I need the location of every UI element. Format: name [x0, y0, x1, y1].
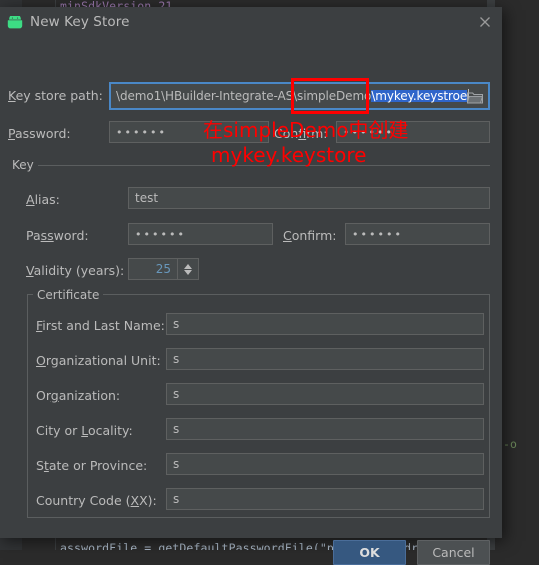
new-key-store-dialog: New Key Store Key store path: \demo1\HBu… — [0, 7, 502, 565]
cert-input-organization[interactable]: s — [166, 383, 484, 405]
cert-label-rest-4: ate or Province: — [48, 458, 148, 473]
cert-label-mnemonic-3: L — [81, 423, 88, 438]
key-password-label-mnemonic: ss — [40, 228, 54, 243]
keystore-path-label-rest: ey store path: — [15, 88, 103, 103]
store-confirm-label: Confirm: — [274, 126, 328, 141]
cert-label-organizational-unit: Organizational Unit: — [36, 353, 161, 368]
keystore-path-value-selected: \mykey.keystroe — [371, 89, 468, 103]
cert-label-rest-0: irst and Last Name: — [42, 318, 165, 333]
cert-label-mnemonic-1: O — [36, 353, 46, 368]
ok-button[interactable]: OK — [333, 540, 406, 565]
cert-label-rest-3: ocality: — [87, 423, 133, 438]
validity-stepper[interactable] — [178, 258, 199, 280]
dialog-title: New Key Store — [30, 14, 130, 30]
store-confirm-label-rest: irm: — [306, 126, 328, 141]
cert-label-pre-4: S — [36, 458, 44, 473]
key-group-separator — [8, 165, 490, 166]
validity-label: Validity (years): — [26, 263, 124, 278]
key-group-legend: Key — [8, 158, 38, 172]
key-confirm-label-mnemonic: C — [283, 228, 292, 243]
cert-label-city-or-locality: City or Locality: — [36, 423, 133, 438]
close-icon[interactable] — [478, 15, 492, 29]
store-confirm-value: •••••• — [343, 125, 394, 139]
cert-label-first-and-last-name: First and Last Name: — [36, 318, 165, 333]
chevron-up-icon[interactable] — [184, 263, 192, 269]
cert-value-1: s — [173, 352, 180, 366]
dialog-titlebar: New Key Store — [0, 7, 502, 37]
cert-label-pre-2: Or — [36, 388, 51, 403]
cert-input-organizational-unit[interactable]: s — [166, 348, 484, 370]
cert-label-mnemonic-5: X — [130, 493, 140, 508]
cert-label-rest-2: anization: — [58, 388, 121, 403]
cert-label-rest-1: rganizational Unit: — [45, 353, 161, 368]
cert-input-first-and-last-name[interactable]: s — [166, 313, 484, 335]
key-alias-label-mnemonic: A — [26, 192, 35, 207]
key-confirm-label: Confirm: — [283, 228, 337, 243]
key-alias-value: test — [135, 191, 159, 205]
key-password-label-pre: Pa — [26, 228, 41, 243]
store-password-value: •••••• — [116, 125, 167, 139]
cert-label-rest-5: X): — [139, 493, 157, 508]
certificate-group-legend: Certificate — [33, 288, 104, 302]
cert-label-state-or-province: State or Province: — [36, 458, 147, 473]
keystore-path-input[interactable]: \demo1\HBuilder-Integrate-AS\simpleDemo \… — [109, 82, 490, 110]
cert-value-2: s — [173, 387, 180, 401]
cert-value-5: s — [173, 492, 180, 506]
store-confirm-label-mnemonic: f — [298, 126, 307, 141]
android-robot-icon — [7, 13, 23, 29]
cert-value-4: s — [173, 457, 180, 471]
folder-icon[interactable] — [464, 87, 486, 107]
chevron-down-icon[interactable] — [184, 269, 192, 275]
cancel-button[interactable]: Cancel — [417, 540, 490, 565]
store-confirm-input[interactable]: •••••• — [336, 121, 490, 143]
key-confirm-value: •••••• — [352, 227, 403, 241]
key-password-input[interactable]: •••••• — [128, 223, 273, 245]
key-alias-label-rest: lias: — [34, 192, 60, 207]
key-password-label-rest: word: — [53, 228, 89, 243]
keystore-path-label: Key store path: — [8, 88, 103, 103]
cert-label-pre-5: Country Code ( — [36, 493, 131, 508]
key-alias-label: Alias: — [26, 192, 60, 207]
store-password-label: Password: — [8, 126, 71, 141]
cert-input-country-code[interactable]: s — [166, 488, 484, 510]
keystore-path-value-plain: \demo1\HBuilder-Integrate-AS\simpleDemo — [116, 89, 372, 103]
store-confirm-label-pre: Con — [274, 126, 299, 141]
cert-value-0: s — [173, 317, 180, 331]
key-password-value: •••••• — [135, 227, 186, 241]
cert-label-organization: Organization: — [36, 388, 120, 403]
validity-label-rest: alidity (years): — [33, 263, 125, 278]
validity-label-mnemonic: V — [26, 263, 34, 278]
key-confirm-label-rest: onfirm: — [291, 228, 337, 243]
store-password-label-rest: assword: — [14, 126, 71, 141]
cert-label-country-code: Country Code (XX): — [36, 493, 157, 508]
keystore-path-label-mnemonic: K — [8, 88, 16, 103]
validity-value: 25 — [155, 262, 171, 276]
validity-input[interactable]: 25 — [128, 258, 178, 280]
store-password-input[interactable]: •••••• — [109, 121, 269, 143]
key-alias-input[interactable]: test — [128, 187, 490, 209]
cert-label-pre-3: City or — [36, 423, 82, 438]
store-password-label-mnemonic: P — [8, 126, 15, 141]
cert-input-city-or-locality[interactable]: s — [166, 418, 484, 440]
key-confirm-input[interactable]: •••••• — [345, 223, 490, 245]
key-password-label: Password: — [26, 228, 89, 243]
cert-value-3: s — [173, 422, 180, 436]
cert-label-mnemonic-2: g — [50, 388, 59, 403]
cert-input-state-or-province[interactable]: s — [166, 453, 484, 475]
